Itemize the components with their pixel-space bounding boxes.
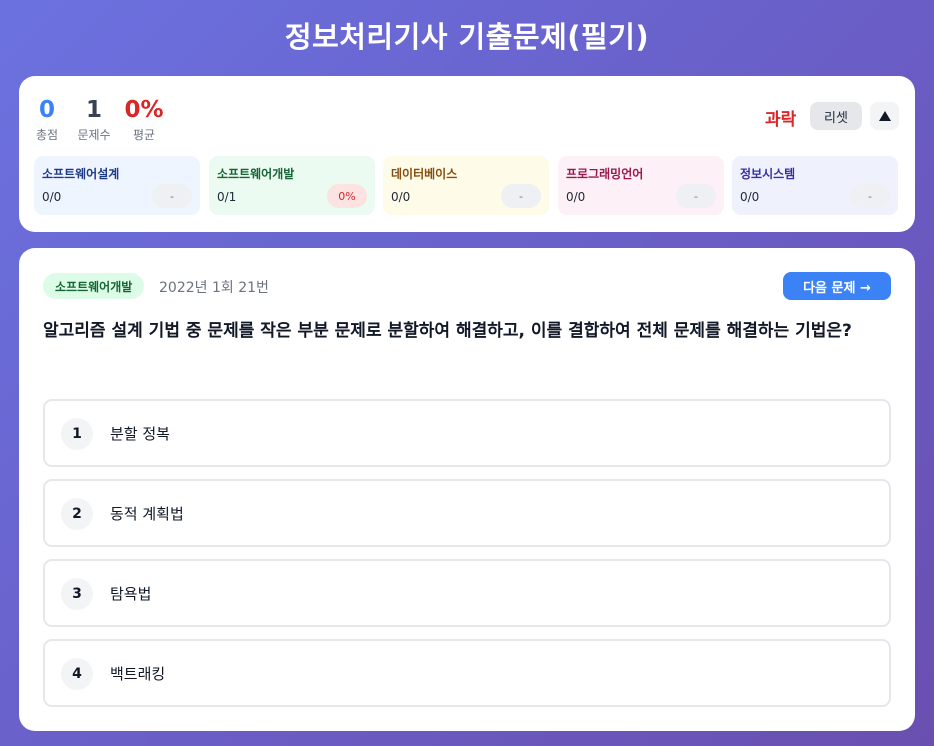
question-panel: 소프트웨어개발 2022년 1회 21번 다음 문제 → 알고리즘 설계 기법 … (19, 248, 915, 731)
category-tag: 소프트웨어개발 (43, 273, 145, 299)
stat-count-value: 1 (85, 97, 102, 123)
stat-count-label: 문제수 (77, 128, 111, 142)
option-text: 백트래킹 (110, 665, 166, 683)
category-score: 0/0 (42, 190, 62, 204)
stat-average-label: 평균 (132, 128, 156, 142)
category-card: 소프트웨어설계 0/0 - (34, 156, 200, 215)
category-score: 0/0 (391, 190, 411, 204)
grade-status: 과락 (765, 110, 797, 130)
next-question-button[interactable]: 다음 문제 → (783, 272, 891, 300)
category-percent-badge: - (850, 184, 890, 208)
category-score: 0/1 (217, 190, 237, 204)
option-text: 동적 계획법 (110, 505, 184, 523)
reset-button[interactable]: 리셋 (810, 102, 862, 130)
category-name: 소프트웨어개발 (217, 167, 295, 181)
category-card: 정보시스템 0/0 - (732, 156, 898, 215)
answer-option[interactable]: 4 백트래킹 (43, 639, 891, 707)
option-text: 분할 정복 (110, 425, 170, 443)
category-card: 데이터베이스 0/0 - (383, 156, 549, 215)
stat-average-value: 0% (124, 97, 164, 123)
category-card: 프로그래밍언어 0/0 - (558, 156, 724, 215)
category-card: 소프트웨어개발 0/1 0% (209, 156, 375, 215)
question-text: 알고리즘 설계 기법 중 문제를 작은 부분 문제로 분할하여 해결하고, 이를… (43, 321, 852, 341)
stat-total-value: 0 (38, 97, 55, 123)
category-percent-badge: - (501, 184, 541, 208)
option-number: 4 (61, 658, 93, 690)
option-text: 탐욕법 (110, 585, 152, 603)
stat-total-label: 총점 (35, 128, 59, 142)
category-percent-badge: - (676, 184, 716, 208)
answer-option[interactable]: 3 탐욕법 (43, 559, 891, 627)
stat-average: 0% 평균 (124, 96, 164, 143)
answer-option[interactable]: 2 동적 계획법 (43, 479, 891, 547)
triangle-up-icon (878, 111, 891, 121)
category-percent-badge: - (152, 184, 192, 208)
collapse-button[interactable] (870, 102, 899, 130)
category-name: 데이터베이스 (391, 167, 458, 181)
page-title: 정보처리기사 기출문제(필기) (284, 20, 650, 54)
category-score: 0/0 (740, 190, 760, 204)
option-number: 2 (61, 498, 93, 530)
answer-option[interactable]: 1 분할 정복 (43, 399, 891, 467)
category-name: 프로그래밍언어 (566, 167, 644, 181)
category-name: 소프트웨어설계 (42, 167, 120, 181)
category-score: 0/0 (566, 190, 586, 204)
category-name: 정보시스템 (740, 167, 796, 181)
option-number: 1 (61, 418, 93, 450)
category-percent-badge: 0% (327, 184, 367, 208)
option-number: 3 (61, 578, 93, 610)
question-meta: 2022년 1회 21번 (159, 280, 269, 296)
stat-total: 0 총점 (33, 96, 61, 143)
stat-count: 1 문제수 (74, 96, 114, 143)
stats-panel: 0 총점 1 문제수 0% 평균 과락 리셋 소프트웨어설계 0/0 - 소프트… (19, 76, 915, 232)
